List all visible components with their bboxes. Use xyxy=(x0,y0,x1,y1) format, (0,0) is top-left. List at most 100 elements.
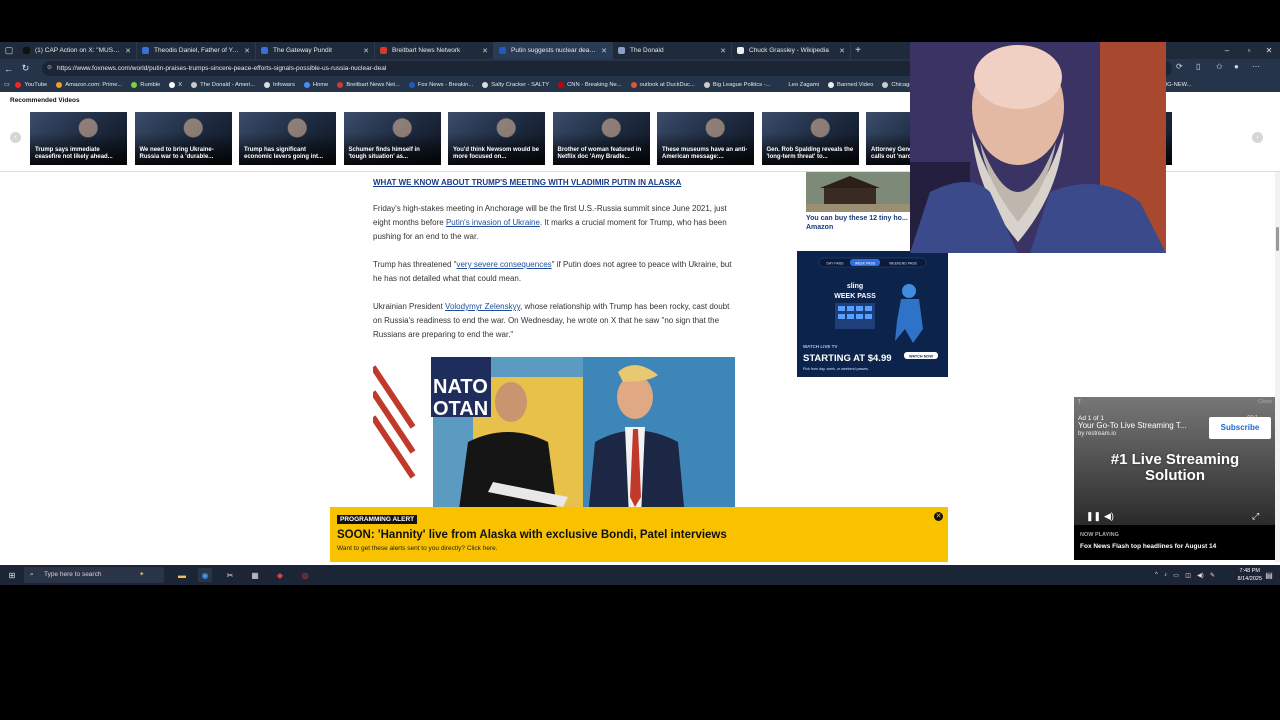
capcut-icon[interactable]: ✂ xyxy=(223,568,237,582)
bookmark-label: Fox News - Breakin... xyxy=(417,82,474,88)
browser-tab[interactable]: Theodis Daniel, Father of Young F ✕ xyxy=(137,42,256,59)
video-thumbnail[interactable]: Gen. Rob Spalding reveals the 'long-term… xyxy=(761,112,859,165)
close-tab-icon[interactable]: ✕ xyxy=(720,47,726,55)
extensions-icon[interactable]: ⟳ xyxy=(1176,62,1183,71)
start-icon[interactable]: ⊞ xyxy=(5,568,19,582)
favorites-icon[interactable]: ✩ xyxy=(1216,62,1223,71)
video-thumbnail[interactable]: Trump has significant economic levers go… xyxy=(239,112,336,165)
split-screen-icon[interactable]: ▯ xyxy=(1196,62,1200,71)
system-tray[interactable]: ^ ♪ ▭ ◫ ◀) ✎ xyxy=(1155,568,1215,582)
page-scrollbar[interactable] xyxy=(1275,172,1280,562)
close-tab-icon[interactable]: ✕ xyxy=(482,47,488,55)
scrollbar-thumb[interactable] xyxy=(1276,227,1279,251)
programming-alert-banner[interactable]: PROGRAMMING ALERT SOON: 'Hannity' live f… xyxy=(330,507,948,562)
zelenskyy-link[interactable]: Volodymyr Zelenskyy xyxy=(445,302,520,311)
back-icon[interactable]: ← xyxy=(0,64,17,74)
video-thumbnail[interactable]: Schumer finds himself in 'tough situatio… xyxy=(343,112,441,165)
favorites-folder-icon[interactable]: ▭ xyxy=(4,82,9,88)
sling-ad[interactable]: DAY PASS WEEK PASS WEEKEND PASS sling WE… xyxy=(797,251,948,377)
fullscreen-icon[interactable]: ⤢ xyxy=(1252,511,1259,522)
maximize-icon[interactable]: ▫ xyxy=(1238,42,1260,59)
ad-title[interactable]: Your Go-To Live Streaming T... xyxy=(1078,421,1187,430)
minimize-icon[interactable]: – xyxy=(1216,42,1238,59)
bookmark-item[interactable]: Amazon.com: Prime... xyxy=(56,82,122,88)
notifications-icon[interactable]: ▤ xyxy=(1262,568,1276,582)
browser-tab[interactable]: Chuck Grassley - Wikipedia ✕ xyxy=(732,42,851,59)
file-explorer-icon[interactable]: ▬ xyxy=(175,568,189,582)
taskbar-search[interactable]: ⌕ Type here to search ✦ xyxy=(24,567,164,583)
tab-title: Chuck Grassley - Wikipedia xyxy=(749,47,829,54)
bookmark-favicon-icon xyxy=(191,82,198,88)
cabin-ad-caption[interactable]: You can buy these 12 tiny ho... Amazon xyxy=(806,214,910,232)
bookmark-item[interactable]: Breitbart News Net... xyxy=(337,82,400,88)
video-thumbnail[interactable]: Trump says immediate ceasefire not likel… xyxy=(30,112,127,165)
invasion-link[interactable]: Putin's invasion of Ukraine xyxy=(446,218,540,227)
recording-app-icon[interactable]: ◎ xyxy=(298,568,312,582)
browser-tab[interactable]: (1) CAP Action on X: "MUST-WAT ✕ xyxy=(18,42,137,59)
carousel-prev-icon[interactable]: ‹ xyxy=(10,132,21,143)
bookmark-item[interactable]: YouTube xyxy=(15,82,47,88)
bookmark-item[interactable]: The Donald - Ameri... xyxy=(191,82,255,88)
bookmark-favicon-icon xyxy=(630,82,637,88)
close-tab-icon[interactable]: ✕ xyxy=(125,47,131,55)
bookmark-item[interactable]: Big League Politics -... xyxy=(703,82,770,88)
bookmark-item[interactable]: CNN - Breaking Ne... xyxy=(558,82,622,88)
bookmark-item[interactable]: Fox News - Breakin... xyxy=(408,82,474,88)
video-thumbnail[interactable]: You'd think Newsom would be more focused… xyxy=(448,112,545,165)
video-thumbnail[interactable]: We need to bring Ukraine-Russia war to a… xyxy=(134,112,232,165)
bookmark-item[interactable]: Home xyxy=(303,82,328,88)
close-window-icon[interactable]: ✕ xyxy=(1258,42,1280,59)
carousel-next-icon[interactable]: › xyxy=(1252,132,1263,143)
close-tab-icon[interactable]: ✕ xyxy=(839,47,845,55)
video-caption: You'd think Newsom would be more focused… xyxy=(453,147,539,160)
browser-tab[interactable]: Breitbart News Network ✕ xyxy=(375,42,494,59)
svg-text:WATCH LIVE TV: WATCH LIVE TV xyxy=(803,344,837,349)
profile-avatar[interactable]: ● xyxy=(1234,62,1239,71)
new-tab-button[interactable]: + xyxy=(851,45,865,56)
video-caption: Trump has significant economic levers go… xyxy=(244,147,324,160)
bookmark-item[interactable]: Salty Cracker - SALTY xyxy=(482,82,549,88)
subscribe-button[interactable]: Subscribe xyxy=(1209,417,1271,439)
streaming-app-icon[interactable]: ◆ xyxy=(273,568,287,582)
volume-icon[interactable]: ◀) xyxy=(1104,511,1114,522)
consequences-link[interactable]: very severe consequences xyxy=(456,260,551,269)
site-info-icon[interactable]: ⊜ xyxy=(47,61,52,76)
video-thumbnail[interactable]: Brother of woman featured in Netflix doc… xyxy=(552,112,650,165)
close-tab-icon[interactable]: ✕ xyxy=(601,47,607,55)
browser-tab[interactable]: The Gateway Pundit ✕ xyxy=(256,42,375,59)
more-menu-icon[interactable]: ⋯ xyxy=(1252,62,1260,71)
now-playing-title[interactable]: Fox News Flash top headlines for August … xyxy=(1080,543,1216,550)
bookmark-item[interactable]: Leo Zagami xyxy=(779,82,819,88)
cabin-ad-image[interactable] xyxy=(806,172,910,212)
article-photo: NATO OTAN xyxy=(373,357,735,517)
bookmark-label: Leo Zagami xyxy=(788,82,819,88)
browser-tab[interactable]: The Donald ✕ xyxy=(613,42,732,59)
url-text: https://www.foxnews.com/world/putin-prai… xyxy=(57,65,387,72)
video-thumbnail[interactable]: These museums have an anti-American mess… xyxy=(657,112,754,165)
play-pause-icon[interactable]: ❚❚ xyxy=(1086,511,1101,522)
clock[interactable]: 7:48 PM 8/14/2025 xyxy=(1238,567,1262,583)
bookmark-item[interactable]: outlook at DuckDuc... xyxy=(630,82,695,88)
bookmark-item[interactable]: Rumble xyxy=(131,82,160,88)
close-tab-icon[interactable]: ✕ xyxy=(363,47,369,55)
edge-browser-icon[interactable]: ◉ xyxy=(198,568,212,582)
tab-favicon-icon xyxy=(499,47,506,54)
media-app-icon[interactable]: ▦ xyxy=(248,568,262,582)
refresh-icon[interactable]: ↻ xyxy=(17,63,34,74)
bookmark-item[interactable]: X xyxy=(169,82,182,88)
bookmark-favicon-icon xyxy=(56,82,63,88)
bookmark-item[interactable]: Infowars xyxy=(263,82,295,88)
bookmark-item[interactable]: Banned.Video xyxy=(828,82,873,88)
alert-signup-link[interactable]: Want to get these alerts sent to you dir… xyxy=(337,545,498,552)
article-subhead-link[interactable]: WHAT WE KNOW ABOUT TRUMP'S MEETING WITH … xyxy=(373,178,681,187)
close-player-button[interactable]: Close xyxy=(1258,399,1272,405)
browser-tab[interactable]: Putin suggests nuclear deal with ✕ xyxy=(494,42,613,59)
alert-headline[interactable]: SOON: 'Hannity' live from Alaska with ex… xyxy=(337,529,727,541)
floating-video-player[interactable]: ⤒ Close 00:1 Ad 1 of 1 Your Go-To Live S… xyxy=(1074,397,1276,560)
recommended-videos-title: Recommended Videos xyxy=(10,97,80,104)
close-alert-icon[interactable]: ✕ xyxy=(934,512,943,521)
copilot-icon[interactable]: ✦ xyxy=(139,567,144,583)
close-tab-icon[interactable]: ✕ xyxy=(244,47,250,55)
pin-icon[interactable]: ⤒ xyxy=(1078,400,1081,407)
tab-actions-icon[interactable]: ▢ xyxy=(0,42,18,59)
